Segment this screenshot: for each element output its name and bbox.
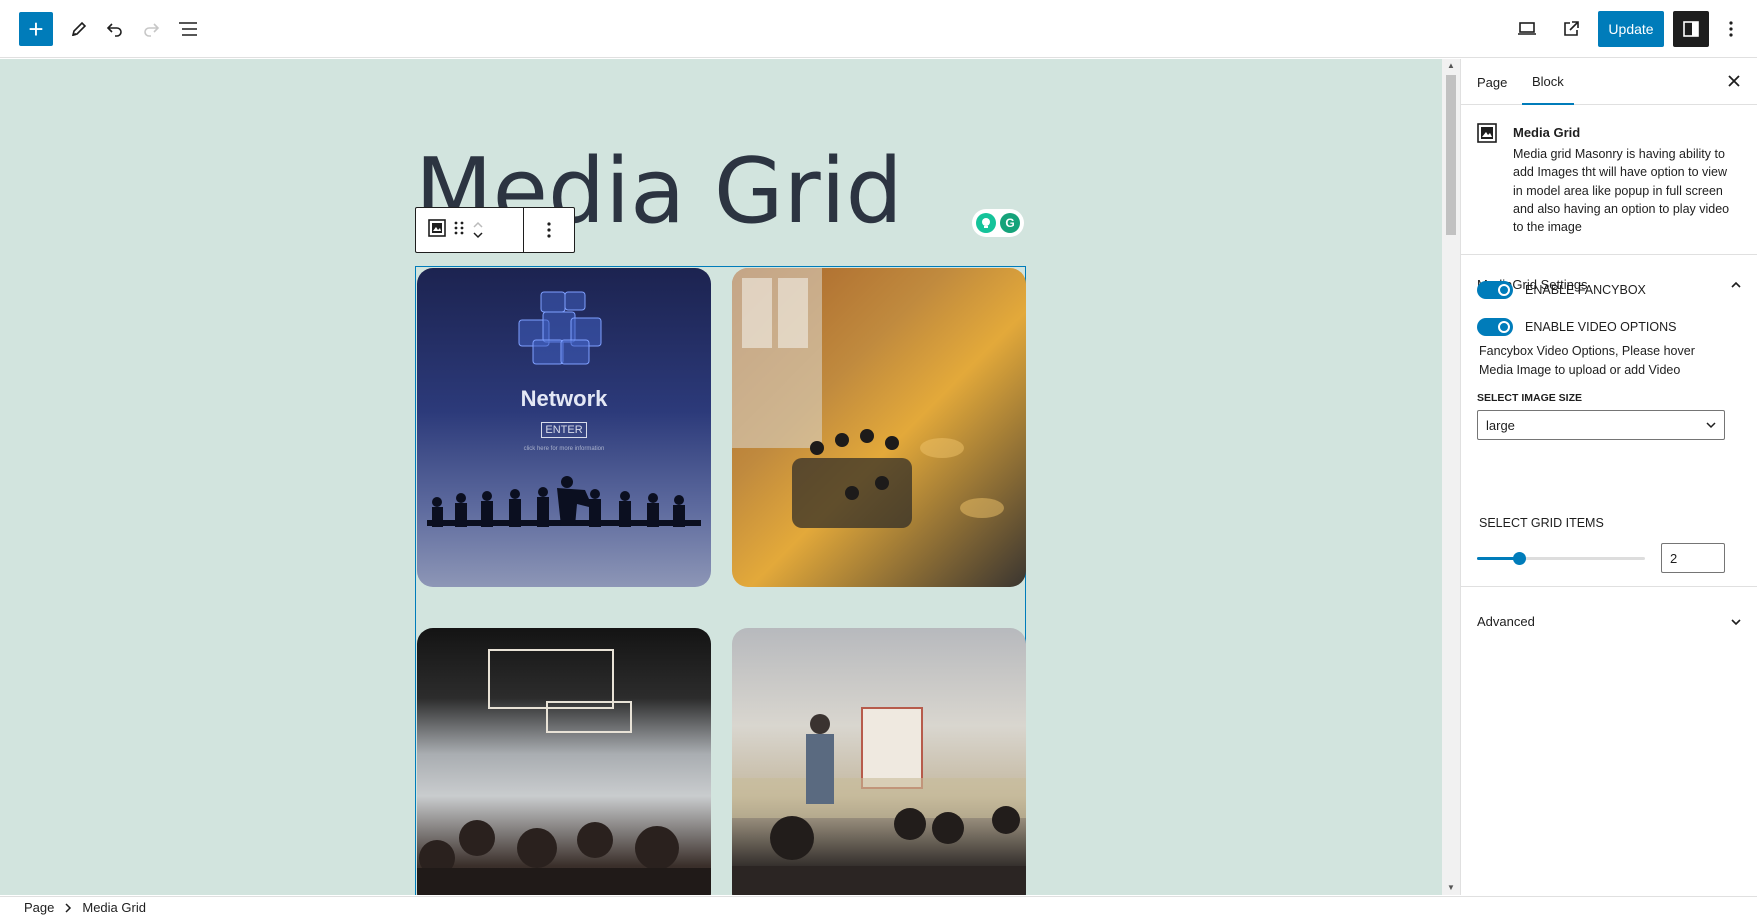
editor-header: + Update [0, 0, 1757, 58]
move-up-icon[interactable] [472, 220, 484, 230]
grid-item-presentation-image[interactable] [732, 628, 1026, 895]
breadcrumb-page[interactable]: Page [24, 900, 54, 915]
scroll-up-icon[interactable]: ▲ [1446, 61, 1456, 71]
grid-items-label: SELECT GRID ITEMS [1479, 516, 1604, 530]
grid-item-conference-room-image[interactable] [417, 628, 711, 895]
more-options-icon[interactable] [1713, 11, 1749, 47]
video-options-toggle[interactable] [1477, 318, 1513, 336]
presentation-photo-graphic [732, 707, 1026, 895]
sidebar-tabs: Page Block [1461, 59, 1757, 105]
grid-items-slider[interactable] [1477, 552, 1645, 565]
office-photo-graphic [732, 268, 1004, 528]
move-down-icon[interactable] [472, 230, 484, 240]
settings-sidebar: Page Block Media Grid Media grid Masonry… [1460, 59, 1757, 895]
redo-icon[interactable] [133, 11, 169, 47]
grammarly-widget[interactable]: G [972, 209, 1024, 237]
view-external-icon[interactable] [1553, 11, 1589, 47]
enter-text: ENTER [541, 422, 587, 438]
drag-handle-icon[interactable] [454, 220, 464, 241]
video-help-text: Fancybox Video Options, Please hover Med… [1479, 344, 1695, 377]
bulb-icon[interactable] [976, 213, 996, 233]
chevron-down-icon [1731, 619, 1741, 626]
network-graphic-icon [518, 291, 602, 365]
conference-photo-graphic [417, 649, 711, 895]
fancybox-toggle[interactable] [1477, 281, 1513, 299]
canvas-scrollbar[interactable]: ▲ ▼ [1442, 59, 1460, 895]
image-size-label: SELECT IMAGE SIZE [1477, 392, 1583, 404]
tab-page[interactable]: Page [1477, 59, 1507, 105]
slider-thumb[interactable] [1513, 552, 1526, 565]
grammarly-icon[interactable]: G [1000, 213, 1020, 233]
media-grid-block[interactable]: Network ENTER click here for more inform… [415, 266, 1026, 895]
add-block-button[interactable]: + [19, 12, 53, 46]
block-toolbar [415, 207, 575, 253]
meeting-silhouette-graphic [427, 476, 701, 527]
chevron-up-icon [1731, 281, 1741, 288]
video-options-label: ENABLE VIDEO OPTIONS [1525, 320, 1677, 334]
breadcrumb-media-grid[interactable]: Media Grid [82, 900, 146, 915]
divider [1461, 586, 1757, 587]
preview-desktop-icon[interactable] [1509, 11, 1545, 47]
breadcrumb: Page Media Grid [0, 896, 1757, 918]
video-options-toggle-row: ENABLE VIDEO OPTIONS [1477, 318, 1676, 336]
block-card: Media Grid Media grid Masonry is having … [1461, 105, 1757, 255]
grid-item-office-meeting-image[interactable] [732, 268, 1026, 587]
grid-item-network-image[interactable]: Network ENTER click here for more inform… [417, 268, 711, 587]
chevron-right-icon [65, 902, 72, 913]
fancybox-toggle-row: ENABLE FANCYBOX [1477, 281, 1646, 299]
settings-sidebar-toggle-icon[interactable] [1673, 11, 1709, 47]
fancybox-label: ENABLE FANCYBOX [1525, 283, 1646, 297]
chevron-down-icon [1706, 422, 1716, 429]
tab-block[interactable]: Block [1522, 59, 1574, 105]
image-size-value: large [1486, 417, 1515, 433]
advanced-panel-toggle[interactable]: Advanced [1477, 614, 1742, 629]
grid-items-input[interactable]: 2 [1661, 543, 1725, 573]
close-icon[interactable] [1728, 71, 1740, 92]
list-view-icon[interactable] [170, 11, 206, 47]
editor-canvas[interactable]: Media Grid G Network ENTER click here fo… [0, 59, 1442, 895]
block-mover [472, 220, 484, 240]
undo-icon[interactable] [97, 11, 133, 47]
update-button[interactable]: Update [1598, 11, 1664, 47]
block-options-icon[interactable] [524, 208, 574, 252]
media-grid-block-icon[interactable] [428, 218, 446, 242]
block-description: Media grid Masonry is having ability to … [1513, 147, 1730, 235]
network-text: Network [520, 386, 608, 411]
enter-subtext: click here for more information [523, 446, 605, 452]
image-size-select[interactable]: large [1477, 410, 1725, 440]
edit-pencil-icon[interactable] [61, 11, 97, 47]
block-title: Media Grid [1513, 125, 1581, 140]
scroll-down-icon[interactable]: ▼ [1446, 883, 1456, 893]
media-grid-icon [1477, 123, 1497, 143]
scroll-thumb[interactable] [1446, 75, 1456, 235]
advanced-label: Advanced [1477, 614, 1535, 629]
